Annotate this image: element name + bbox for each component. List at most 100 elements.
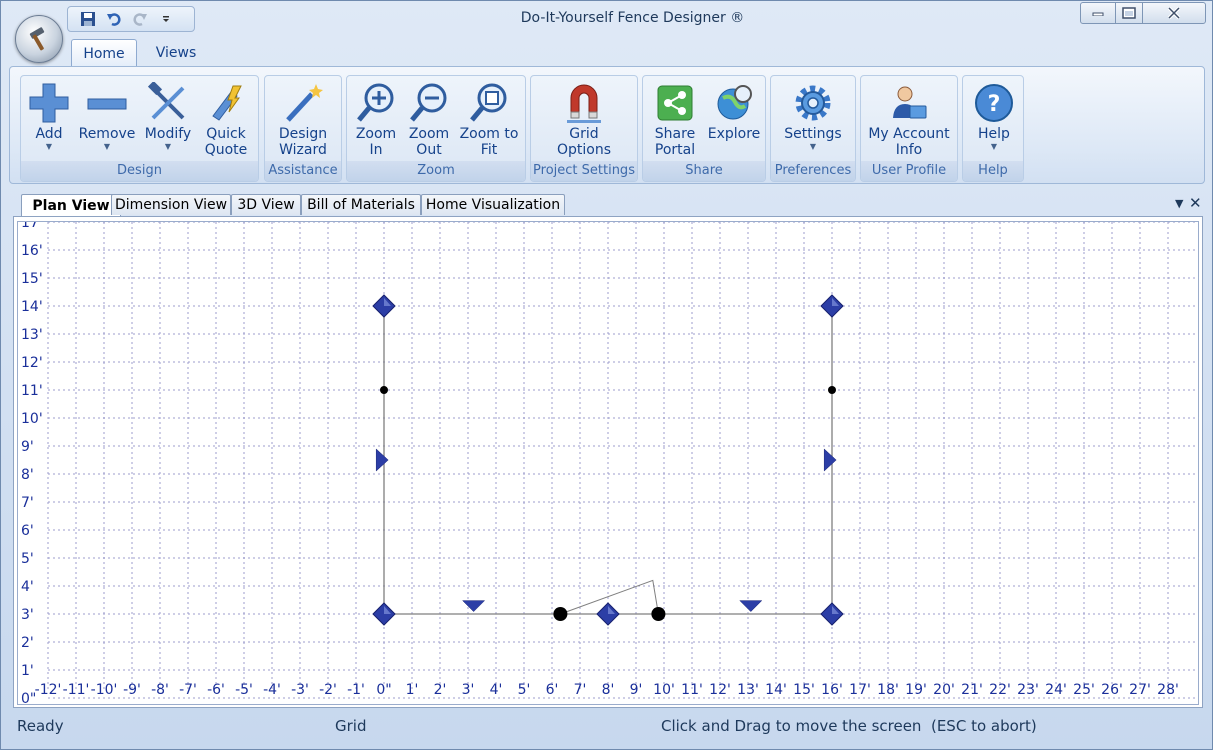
help-button[interactable]: ? Help ▼ [967,80,1021,152]
add-icon [29,83,69,123]
y-axis-tick-label: 13' [21,327,43,343]
quick-quote-label: Quick Quote [204,126,248,158]
ribbon-group-assistance: Design Wizard Assistance [264,75,342,182]
wizard-icon [286,84,323,122]
x-axis-tick-label: 28' [1157,682,1179,698]
x-axis-tick-label: 2' [434,682,447,698]
close-icon[interactable] [1142,2,1206,24]
grid-options-button[interactable]: Grid Options [555,80,613,158]
x-axis-tick-label: -7' [179,682,197,698]
gate-marker-right [375,448,389,472]
x-axis-tick-label: 1' [406,682,419,698]
x-axis-tick-label: 15' [793,682,815,698]
plan-canvas[interactable]: 0" 1' 2' 3' 4' 5' 6' 7' 8' 9' 10' 11' 12' 13' 14' 15' 16… [17,221,1199,705]
plan-view-panel: 0" 1' 2' 3' 4' 5' 6' 7' 8' 9' 10' 11' 12' 13' 14' 15' 16… [13,216,1203,708]
y-axis-tick-label: 11' [21,383,43,399]
gate-hinge [651,607,666,621]
design-wizard-button[interactable]: Design Wizard [273,80,333,158]
group-label-design: Design [21,161,258,181]
x-axis-tick-label: 26' [1101,682,1123,698]
x-axis-tick-label: 7' [574,682,587,698]
y-axis-tick-label: 2' [21,635,34,651]
tab-3d-view[interactable]: 3D View [231,194,301,215]
minimize-icon[interactable] [1080,2,1116,24]
x-axis-tick-label: -4' [263,682,281,698]
settings-dropdown-icon: ▼ [809,142,817,151]
x-axis-tick-label: 5' [518,682,531,698]
zoom-out-icon [410,83,447,122]
zoom-fit-icon [470,83,507,122]
x-axis-tick-label: 10' [653,682,675,698]
share-portal-button[interactable]: Share Portal [649,80,701,158]
x-axis-tick-label: 19' [905,682,927,698]
remove-dropdown-icon: ▼ [103,142,111,151]
add-dropdown-icon: ▼ [45,142,53,151]
document-tab-strip: Plan View Dimension View 3D View Bill of… [15,194,1205,216]
quick-quote-button[interactable]: Quick Quote [201,80,251,158]
remove-label: Remove [78,126,136,142]
tab-dimension-view[interactable]: Dimension View [111,194,231,215]
x-axis-tick-label: 9' [630,682,643,698]
x-axis-tick-label: 21' [961,682,983,698]
y-axis-tick-label: 16' [21,243,43,259]
plan-svg[interactable]: 0" 1' 2' 3' 4' 5' 6' 7' 8' 9' 10' 11' 12' 13' 14' 15' 16… [18,222,1198,704]
account-icon [893,86,927,119]
ribbon: Add ▼ Remove ▼ Modify ▼ Quick Quote Desi… [9,66,1205,184]
group-label-assistance: Assistance [265,161,341,181]
modify-label: Modify [144,126,192,142]
y-axis-tick-label: 5' [21,551,34,567]
my-account-info-label: My Account Info [868,126,950,158]
window-title: Do-It-Yourself Fence Designer ® [520,10,745,26]
help-icon: ? [975,84,1013,122]
x-axis-tick-label: 13' [737,682,759,698]
x-axis-tick-label: 17' [849,682,871,698]
y-axis-tick-label: 8' [21,467,34,483]
my-account-info-button[interactable]: My Account Info [865,80,953,158]
x-axis-tick-label: 11' [681,682,703,698]
help-label: Help [978,126,1010,142]
add-button[interactable]: Add ▼ [27,80,71,152]
main-window: Do-It-Yourself Fence Designer ® Home Vie… [0,0,1213,750]
tab-home[interactable]: Home [71,39,137,67]
grid-options-label: Grid Options [556,126,612,158]
x-axis-tick-label: 0" [376,682,391,698]
x-axis-tick-label: 3' [462,682,475,698]
ribbon-group-design: Add ▼ Remove ▼ Modify ▼ Quick Quote Desi… [20,75,259,182]
x-axis-tick-label: -11' [63,682,90,698]
zoom-to-fit-button[interactable]: Zoom to Fit [457,80,521,158]
x-axis-tick-label: 25' [1073,682,1095,698]
hammer-icon [29,27,45,51]
explore-button[interactable]: Explore [707,80,761,142]
x-axis-tick-label: -2' [319,682,337,698]
close-panel-icon[interactable]: ✕ [1189,194,1202,212]
x-axis-tick-label: 22' [989,682,1011,698]
x-axis-tick-label: 12' [709,682,731,698]
zoom-out-button[interactable]: Zoom Out [403,80,455,158]
zoom-in-button[interactable]: Zoom In [351,80,401,158]
remove-button[interactable]: Remove ▼ [78,80,136,152]
tab-bill-of-materials[interactable]: Bill of Materials [301,194,421,215]
modify-button[interactable]: Modify ▼ [143,80,193,152]
dropdown-arrow-icon[interactable]: ▼ [1175,197,1183,210]
x-axis-tick-label: -3' [291,682,309,698]
y-axis-tick-label: 10' [21,411,43,427]
y-axis-tick-label: 1' [21,663,34,679]
ribbon-group-user-profile: My Account Info User Profile [860,75,958,182]
settings-label: Settings [784,126,842,142]
tab-plan-view[interactable]: Plan View [21,194,121,216]
ribbon-group-help: ? Help ▼ Help [962,75,1024,182]
group-label-user-profile: User Profile [861,161,957,181]
tab-home-visualization[interactable]: Home Visualization [421,194,565,215]
tab-views[interactable]: Views [143,39,209,67]
gate-marker-right [823,448,837,472]
x-axis-tick-label: 27' [1129,682,1151,698]
group-label-share: Share [643,161,765,181]
app-menu-button[interactable] [15,15,63,63]
maximize-icon[interactable] [1115,2,1143,24]
x-axis-tick-label: -9' [123,682,141,698]
zoom-out-label: Zoom Out [408,126,450,158]
settings-button[interactable]: Settings ▼ [781,80,845,152]
zoom-to-fit-label: Zoom to Fit [459,126,519,158]
y-axis-tick-label: 15' [21,271,43,287]
explore-label: Explore [707,126,761,142]
